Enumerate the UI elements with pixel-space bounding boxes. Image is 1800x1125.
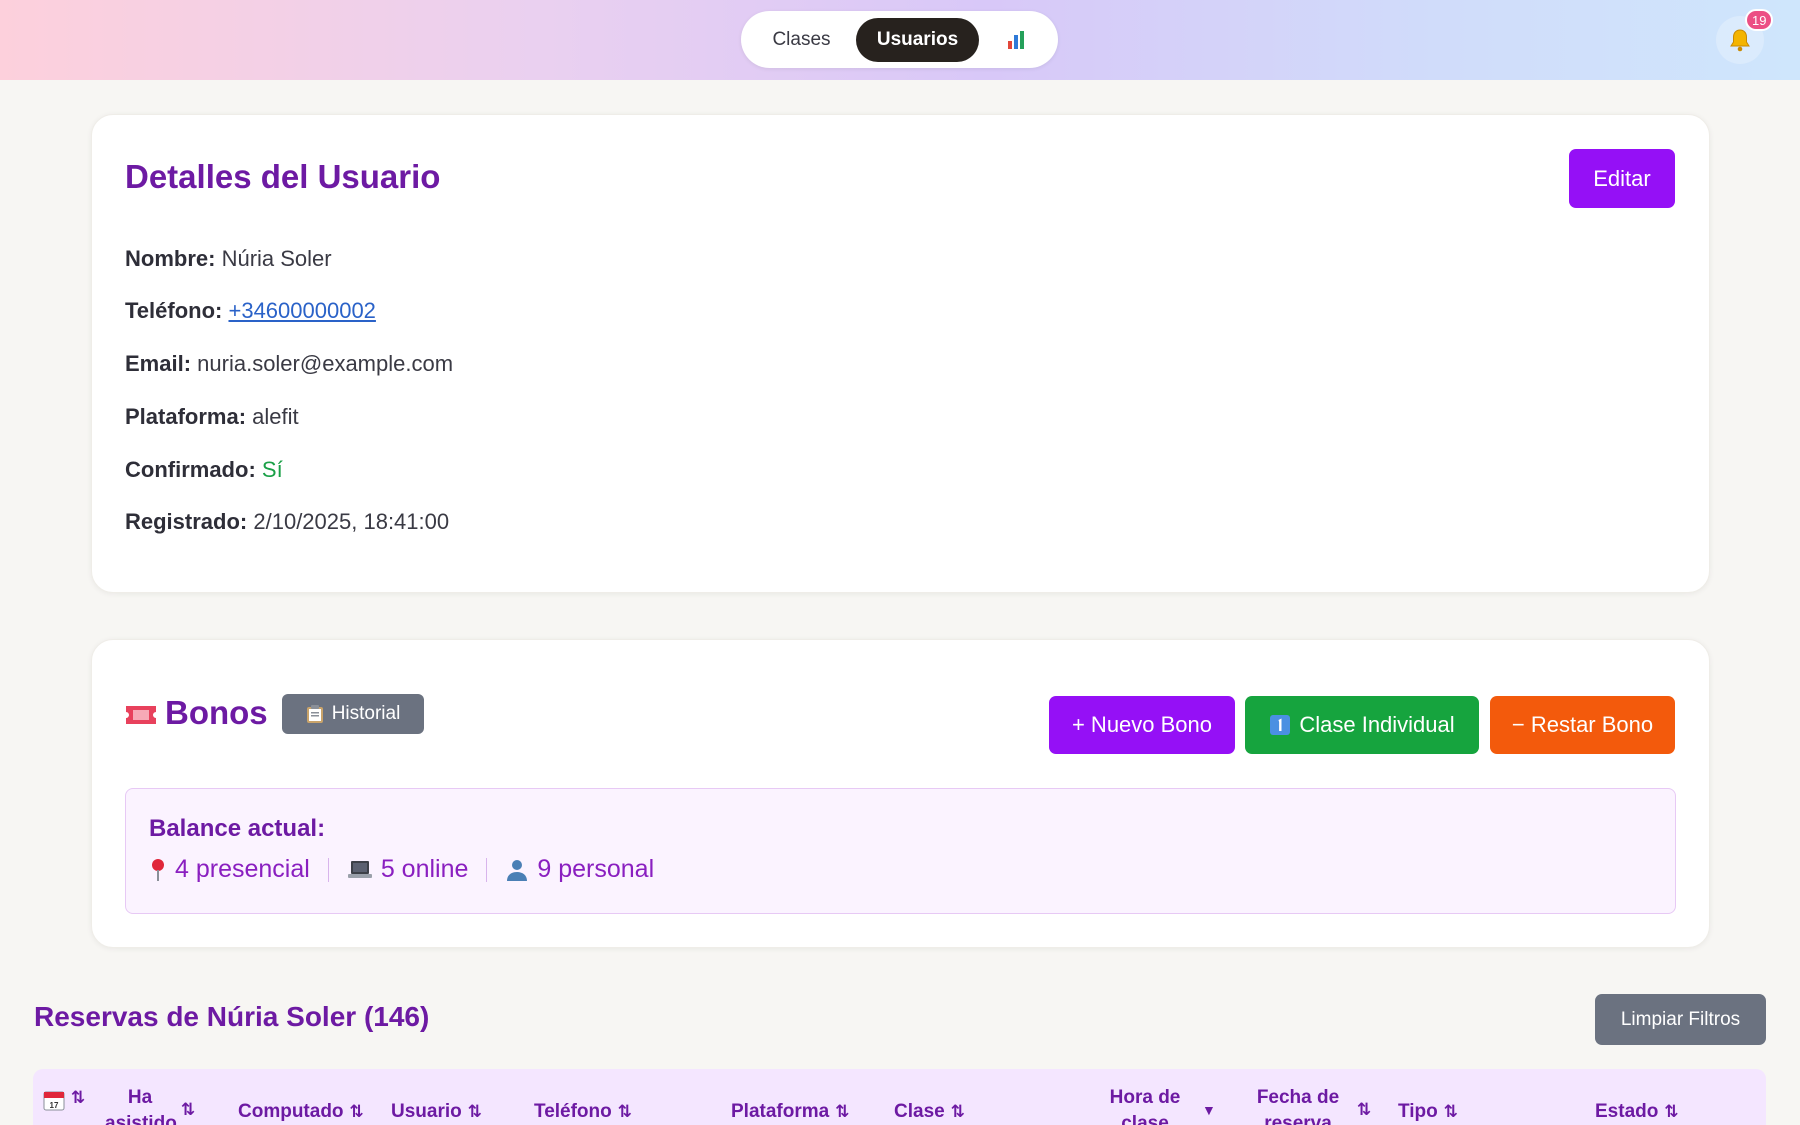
tab-stats[interactable]: [979, 18, 1052, 62]
column-label: Usuario: [391, 1101, 462, 1122]
bar-chart-icon: [1007, 30, 1024, 49]
sort-icon: ⇅: [467, 1102, 482, 1121]
historial-button[interactable]: Historial: [282, 694, 424, 734]
field-label: Nombre:: [125, 246, 216, 271]
reservas-title: Reservas de Núria Soler (146): [34, 1001, 430, 1032]
col-computado[interactable]: Computado ⇅: [238, 1099, 364, 1125]
tab-usuarios[interactable]: Usuarios: [856, 17, 979, 62]
calendar-icon: 17: [43, 1091, 65, 1111]
balance-text: 5 online: [380, 855, 469, 883]
field-value: 2/10/2025, 18:41:00: [253, 509, 450, 534]
balance-row: 4 presencial 5 online 9 personal: [149, 855, 654, 884]
field-label: Teléfono:: [125, 298, 223, 323]
col-hora-de-clase[interactable]: Hora de clase ▼: [1104, 1085, 1216, 1125]
column-label: Plataforma: [731, 1101, 830, 1122]
pin-icon: [152, 858, 164, 881]
sort-icon: ⇅: [71, 1088, 86, 1107]
divider: [327, 857, 329, 882]
phone-link[interactable]: +34600000002: [228, 298, 375, 323]
field-label: Email:: [125, 351, 192, 376]
balance-box: Balance actual: 4 presencial 5 online 9: [125, 788, 1676, 914]
sort-icon: ⇅: [835, 1102, 850, 1121]
col-tipo[interactable]: Tipo ⇅: [1398, 1099, 1458, 1125]
new-bono-button[interactable]: + Nuevo Bono: [1049, 696, 1235, 754]
field-plataforma: Plataforma: alefit: [125, 404, 299, 430]
field-telefono: Teléfono: +34600000002: [125, 298, 376, 324]
notification-count-badge: 19: [1745, 9, 1774, 31]
sort-icon: ⇅: [1664, 1102, 1679, 1121]
clear-filters-button[interactable]: Limpiar Filtros: [1595, 994, 1766, 1045]
field-label: Registrado:: [125, 509, 248, 534]
column-label: Clase: [894, 1101, 945, 1122]
column-label: Hora de clase: [1109, 1087, 1181, 1125]
confirmed-value: Sí: [261, 457, 283, 482]
main-nav: Clases Usuarios: [741, 11, 1058, 68]
sort-icon: ⇅: [950, 1102, 965, 1121]
balance-personal: 9 personal: [505, 855, 654, 884]
sort-icon: ⇅: [349, 1102, 364, 1121]
col-ha-asistido[interactable]: Ha asistido ⇅: [105, 1085, 195, 1125]
field-nombre: Nombre: Núria Soler: [125, 246, 332, 272]
column-label: Estado: [1595, 1101, 1659, 1122]
keycap-one-icon: [1270, 715, 1291, 735]
field-label: Confirmado:: [125, 457, 256, 482]
field-label: Plataforma:: [125, 404, 247, 429]
field-value: nuria.soler@example.com: [197, 351, 454, 376]
balance-text: 9 personal: [537, 855, 655, 883]
col-estado[interactable]: Estado ⇅: [1595, 1099, 1679, 1125]
svg-text:17: 17: [50, 1101, 59, 1110]
col-usuario[interactable]: Usuario ⇅: [391, 1099, 482, 1125]
column-label: Teléfono: [534, 1101, 612, 1122]
field-email: Email: nuria.soler@example.com: [125, 351, 453, 377]
edit-button[interactable]: Editar: [1569, 149, 1675, 208]
clipboard-icon: [306, 705, 323, 723]
sort-icon: ⇅: [1357, 1100, 1372, 1119]
balance-presencial: 4 presencial: [149, 855, 310, 884]
bell-icon: [1730, 29, 1750, 52]
sort-icon: ⇅: [181, 1100, 196, 1119]
balance-text: 4 presencial: [175, 855, 310, 883]
col-clase[interactable]: Clase ⇅: [894, 1099, 965, 1125]
field-value: Núria Soler: [221, 246, 332, 271]
field-value: alefit: [252, 404, 299, 429]
column-label: Tipo: [1398, 1101, 1438, 1122]
balance-online: 5 online: [347, 855, 469, 884]
sort-icon: ⇅: [1443, 1102, 1459, 1121]
divider: [486, 857, 488, 882]
column-label: Fecha de reserva: [1256, 1087, 1340, 1125]
reservas-table-header: 17 ⇅ Ha asistido ⇅ Computado ⇅ Usuario ⇅…: [33, 1069, 1766, 1125]
laptop-icon: [347, 860, 372, 878]
column-label: Ha asistido: [105, 1087, 177, 1125]
person-icon: [507, 859, 528, 881]
col-telefono[interactable]: Teléfono ⇅: [534, 1099, 632, 1125]
details-title: Detalles del Usuario: [125, 158, 441, 195]
sort-desc-icon: ▼: [1202, 1102, 1216, 1118]
balance-title: Balance actual:: [149, 815, 326, 842]
ticket-icon: [126, 706, 156, 724]
col-plataforma[interactable]: Plataforma ⇅: [731, 1099, 849, 1125]
field-registrado: Registrado: 2/10/2025, 18:41:00: [125, 509, 449, 535]
individual-class-label: Clase Individual: [1299, 712, 1455, 737]
subtract-bono-button[interactable]: − Restar Bono: [1490, 696, 1675, 754]
field-confirmado: Confirmado: Sí: [125, 457, 283, 483]
individual-class-button[interactable]: Clase Individual: [1245, 696, 1479, 754]
col-date-icon[interactable]: 17 ⇅: [43, 1085, 85, 1111]
tab-clases[interactable]: Clases: [747, 18, 856, 62]
column-label: Computado: [238, 1101, 344, 1122]
col-fecha-de-reserva[interactable]: Fecha de reserva ⇅: [1255, 1085, 1371, 1125]
sort-icon: ⇅: [617, 1102, 633, 1121]
bonos-title: Bonos: [165, 694, 268, 731]
historial-label: Historial: [331, 703, 401, 724]
